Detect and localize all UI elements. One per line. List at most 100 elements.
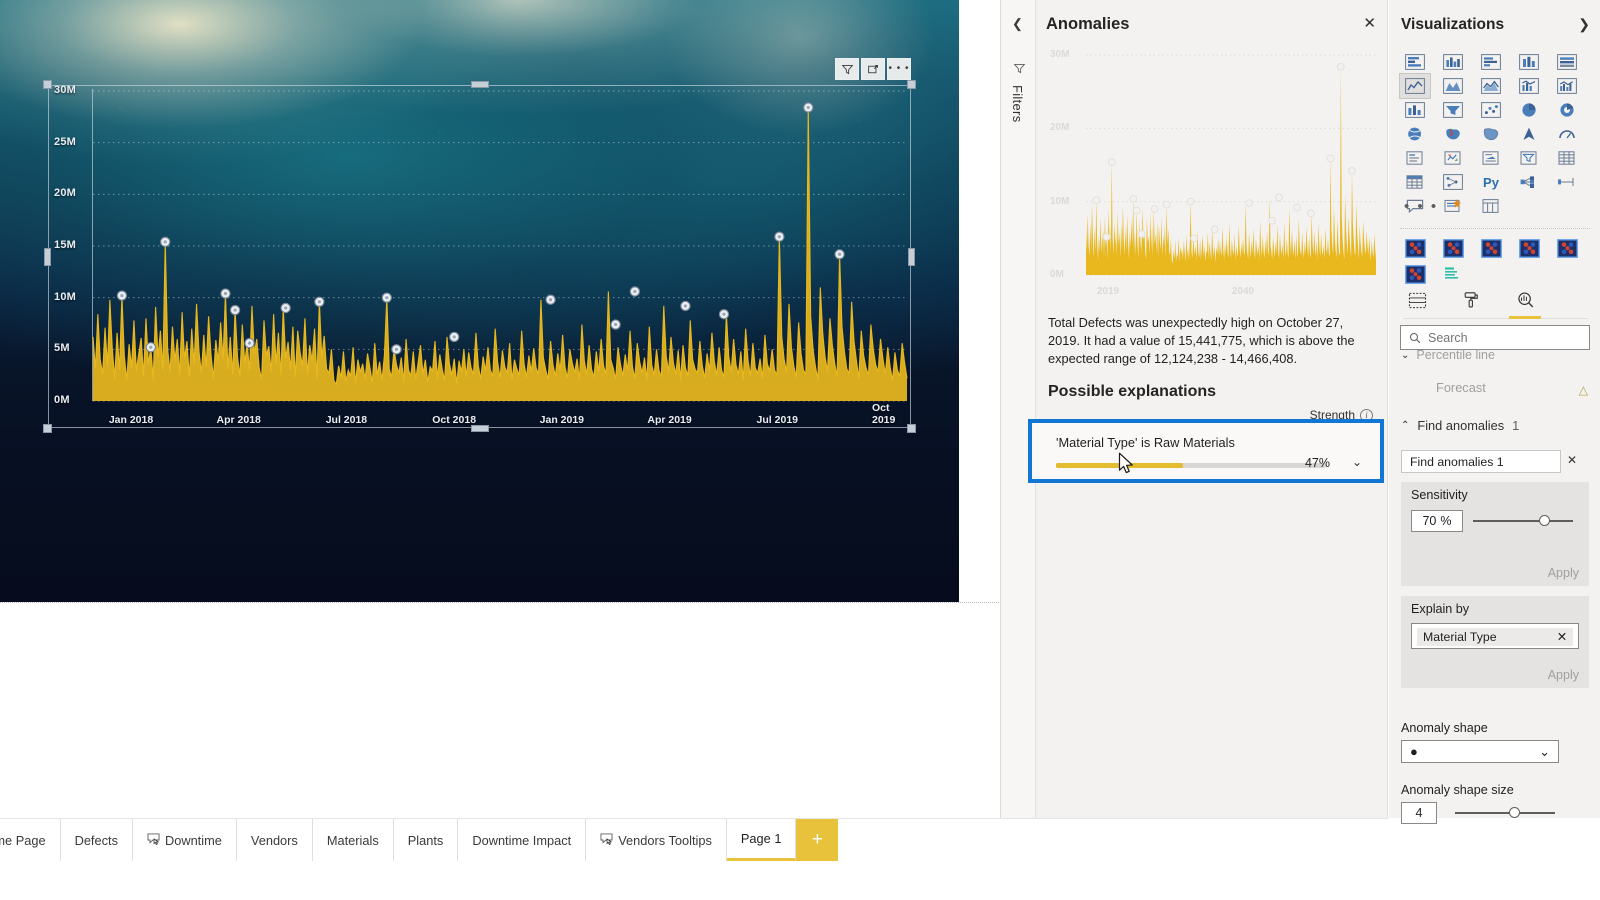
forecast-header[interactable]: Forecast △ (1389, 380, 1600, 397)
more-visuals-icon[interactable]: • • • (1404, 198, 1438, 215)
chevron-down-icon[interactable]: ⌄ (1352, 455, 1362, 469)
resize-handle-left-middle[interactable] (44, 247, 51, 266)
anomaly-marker[interactable] (629, 286, 641, 297)
anomaly-shape-size-input[interactable]: 4 (1401, 802, 1437, 824)
arcgis-map-icon[interactable] (1514, 122, 1544, 146)
anomaly-marker[interactable] (220, 288, 231, 299)
filters-pane-collapsed[interactable]: ❮ Filters (1000, 0, 1036, 818)
page-tab-materials[interactable]: Materials (313, 819, 394, 861)
anomaly-marker[interactable] (116, 290, 128, 301)
r-script-visual-icon[interactable] (1438, 170, 1468, 194)
line-clustered-column-chart-icon[interactable] (1552, 74, 1582, 98)
chevron-down-icon[interactable]: ⌄ (1539, 744, 1550, 760)
fields-tab[interactable] (1403, 288, 1431, 312)
matrix-visual-icon[interactable] (1400, 170, 1430, 194)
custom-visual-icon[interactable] (1438, 235, 1468, 261)
ribbon-chart-icon[interactable] (1400, 98, 1430, 122)
line-chart-icon[interactable] (1399, 73, 1431, 99)
anomaly-marker[interactable] (449, 331, 460, 343)
stacked-area-chart-icon[interactable] (1476, 74, 1506, 98)
analytics-tab[interactable] (1509, 288, 1541, 319)
page-tab-downtime[interactable]: Downtime (133, 819, 237, 861)
page-tab-vendors[interactable]: Vendors (237, 819, 313, 861)
focus-mode-icon[interactable] (861, 58, 885, 80)
anomaly-marker[interactable] (803, 102, 814, 113)
gauge-chart-icon[interactable] (1552, 122, 1582, 146)
resize-handle-top-left[interactable] (43, 80, 52, 89)
chevron-left-icon[interactable]: ❮ (1012, 16, 1023, 32)
page-tab-downtime-impact[interactable]: Downtime Impact (458, 819, 587, 861)
anomaly-marker[interactable] (834, 249, 845, 260)
decomposition-tree-icon[interactable] (1552, 170, 1582, 194)
treemap-chart-icon[interactable] (1400, 122, 1430, 146)
explanation-row-highlight[interactable]: 'Material Type' is Raw Materials 47% ⌄ (1028, 419, 1384, 483)
percentile-line-section[interactable]: ⌄ Percentile line (1401, 348, 1591, 362)
sensitivity-input[interactable]: 70 % (1411, 510, 1463, 532)
line-chart-visual[interactable]: • • • 0M 5M 10M 15M 20M 25M 30M Jan 2018 Apr 20… (43, 58, 916, 433)
anomaly-marker[interactable] (160, 236, 171, 248)
clustered-column-chart-icon[interactable] (1514, 50, 1544, 74)
custom-visual-icon[interactable] (1400, 235, 1430, 261)
waterfall-chart-icon[interactable] (1438, 98, 1468, 122)
sensitivity-slider[interactable] (1473, 515, 1573, 526)
filter-icon[interactable] (835, 58, 859, 80)
explain-by-field[interactable]: Material Type ✕ (1411, 623, 1579, 649)
anomaly-marker[interactable] (610, 319, 621, 330)
page-tab-defects[interactable]: Defects (61, 819, 133, 861)
anomaly-marker[interactable] (391, 344, 402, 355)
scatter-chart-icon[interactable] (1476, 98, 1506, 122)
chevron-right-icon[interactable]: ❯ (1578, 16, 1590, 33)
anomaly-marker[interactable] (145, 342, 156, 353)
stacked-column-chart-icon[interactable] (1438, 50, 1468, 74)
sensitivity-apply-button[interactable]: Apply (1548, 566, 1579, 580)
resize-handle-bottom-right[interactable] (907, 424, 916, 433)
custom-visual-icon[interactable] (1552, 235, 1582, 261)
anomaly-marker[interactable] (381, 292, 393, 303)
anomaly-marker[interactable] (244, 337, 255, 349)
paginated-report-icon[interactable] (1476, 194, 1506, 218)
anomaly-marker[interactable] (680, 300, 691, 312)
area-chart-icon[interactable] (1438, 74, 1468, 98)
pie-chart-icon[interactable] (1514, 98, 1544, 122)
slicer-visual-icon[interactable] (1514, 146, 1544, 170)
find-anomalies-section-header[interactable]: ⌃ Find anomalies 1 (1389, 418, 1600, 433)
resize-handle-bottom-left[interactable] (43, 424, 52, 433)
page-tab-page-1[interactable]: Page 1 (726, 819, 797, 861)
filled-map-chart-icon[interactable] (1476, 122, 1506, 146)
chevron-up-icon[interactable]: ⌃ (1401, 420, 1409, 431)
explain-by-chip[interactable]: Material Type ✕ (1417, 628, 1573, 646)
line-stacked-column-chart-icon[interactable] (1514, 74, 1544, 98)
donut-chart-icon[interactable] (1552, 98, 1582, 122)
anomaly-marker[interactable] (314, 296, 325, 307)
anomaly-shape-size-slider-knob[interactable] (1509, 807, 1520, 818)
search-field[interactable] (1400, 325, 1590, 350)
remove-anomalies-icon[interactable]: ✕ (1567, 453, 1577, 467)
stacked-bar-chart-icon[interactable] (1400, 50, 1430, 74)
anomaly-shape-size-slider[interactable] (1455, 807, 1555, 818)
card-visual-icon[interactable] (1400, 146, 1430, 170)
add-page-button[interactable]: + (796, 819, 839, 861)
anomaly-marker[interactable] (718, 308, 730, 320)
smart-narrative-icon[interactable] (1438, 194, 1468, 218)
anomaly-marker[interactable] (280, 302, 291, 314)
100-stacked-bar-chart-icon[interactable] (1552, 50, 1582, 74)
custom-visual-icon[interactable] (1400, 261, 1430, 287)
search-input[interactable] (1428, 330, 1568, 345)
clustered-bar-chart-icon[interactable] (1476, 50, 1506, 74)
custom-visual-icon[interactable] (1476, 235, 1506, 261)
anomaly-marker[interactable] (774, 231, 785, 242)
custom-narrative-visual-icon[interactable] (1438, 261, 1468, 287)
resize-handle-top-right[interactable] (907, 80, 916, 89)
anomaly-marker[interactable] (545, 294, 556, 305)
explain-by-apply-button[interactable]: Apply (1548, 668, 1579, 682)
anomaly-marker[interactable] (229, 304, 241, 316)
page-tab-vendors-tooltips[interactable]: Vendors Tooltips (586, 819, 727, 861)
custom-visual-icon[interactable] (1514, 235, 1544, 261)
table-visual-icon[interactable] (1552, 146, 1582, 170)
resize-handle-bottom-middle[interactable] (470, 425, 489, 432)
forecast-section[interactable]: Forecast △ (1389, 380, 1600, 397)
key-influencers-icon[interactable] (1514, 170, 1544, 194)
find-anomalies-name-input[interactable]: Find anomalies 1 (1401, 450, 1561, 473)
resize-handle-right-middle[interactable] (908, 247, 915, 266)
python-visual-icon[interactable]: Py (1476, 170, 1506, 194)
